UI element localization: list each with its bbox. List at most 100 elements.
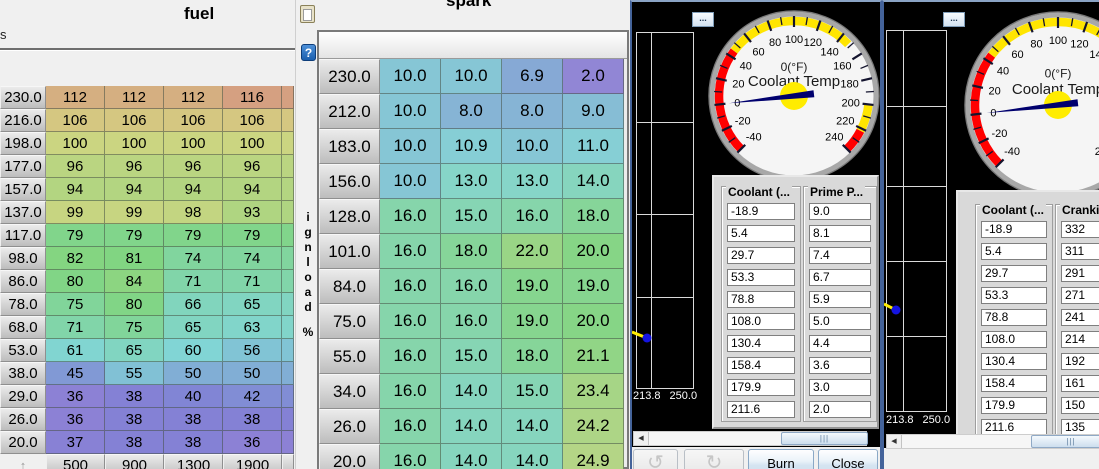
curve-value-field[interactable]: 53.3 — [727, 269, 795, 286]
fuel-row-label[interactable]: 198.0 — [0, 132, 46, 155]
fuel-row-label[interactable]: 86.0 — [0, 270, 46, 293]
fuel-cell[interactable]: 93 — [223, 201, 282, 224]
fuel-cell[interactable]: 75 — [105, 316, 164, 339]
fuel-cell[interactable]: 38 — [164, 431, 223, 454]
curve-value-field[interactable]: 53.3 — [981, 287, 1047, 304]
fuel-row-label[interactable]: 177.0 — [0, 155, 46, 178]
fuel-row-label[interactable]: 38.0 — [0, 362, 46, 385]
spark-cell[interactable]: 15.0 — [502, 374, 563, 409]
fuel-cell[interactable]: 106 — [164, 109, 223, 132]
help-icon[interactable]: ? — [301, 44, 316, 61]
scrollbar-thumb[interactable]: ||| — [1031, 435, 1099, 448]
spark-cell[interactable]: 10.0 — [380, 129, 441, 164]
fuel-cell[interactable]: 65 — [164, 316, 223, 339]
spark-cell[interactable]: 19.0 — [563, 269, 624, 304]
fuel-cell[interactable]: 100 — [223, 132, 282, 155]
fuel-cell[interactable]: 98 — [164, 201, 223, 224]
spark-cell[interactable]: 11.0 — [563, 129, 624, 164]
fuel-cell[interactable]: 80 — [46, 270, 105, 293]
fuel-row-label[interactable]: 230.0 — [0, 86, 46, 109]
fuel-cell[interactable]: 38 — [223, 408, 282, 431]
spark-cell[interactable]: 18.0 — [441, 234, 502, 269]
scroll-left-arrow-icon[interactable]: ◀ — [887, 435, 902, 448]
spark-cell[interactable]: 21.1 — [563, 339, 624, 374]
curve-value-field[interactable]: 179.9 — [981, 397, 1047, 414]
spark-cell[interactable]: 10.9 — [441, 129, 502, 164]
curve-endpoint-marker[interactable] — [884, 298, 904, 318]
fuel-cell[interactable]: 36 — [46, 385, 105, 408]
curve-value-field[interactable]: 161 — [1061, 375, 1099, 392]
curve-value-field[interactable]: 29.7 — [981, 265, 1047, 282]
spark-cell[interactable]: 13.0 — [502, 164, 563, 199]
fuel-cell[interactable]: 38 — [105, 408, 164, 431]
spark-cell[interactable]: 23.4 — [563, 374, 624, 409]
close-button[interactable]: Close — [818, 449, 878, 469]
fuel-cell[interactable]: 42 — [223, 385, 282, 408]
curve-value-field[interactable]: 158.4 — [727, 357, 795, 374]
spark-cell[interactable]: 9.0 — [563, 94, 624, 129]
curve-value-field[interactable]: 6.7 — [809, 269, 871, 286]
curve-value-field[interactable]: 158.4 — [981, 375, 1047, 392]
spark-cell[interactable]: 16.0 — [502, 199, 563, 234]
fuel-row-label[interactable]: 117.0 — [0, 224, 46, 247]
spark-cell[interactable]: 15.0 — [441, 199, 502, 234]
curve-value-field[interactable]: 130.4 — [981, 353, 1047, 370]
curve-value-field[interactable]: 5.9 — [809, 291, 871, 308]
fuel-cell[interactable]: 84 — [105, 270, 164, 293]
curve-value-field[interactable]: 9.0 — [809, 203, 871, 220]
fuel-cell[interactable]: 60 — [164, 339, 223, 362]
curve-value-field[interactable]: 4.4 — [809, 335, 871, 352]
spark-cell[interactable]: 8.0 — [502, 94, 563, 129]
spark-cell[interactable]: 16.0 — [441, 269, 502, 304]
fuel-x-axis-label[interactable]: 1300 — [164, 454, 223, 469]
spark-row-label[interactable]: 55.0 — [319, 339, 380, 374]
fuel-cell[interactable]: 79 — [46, 224, 105, 247]
curve-value-field[interactable]: 291 — [1061, 265, 1099, 282]
fuel-cell[interactable]: 65 — [223, 293, 282, 316]
curve-value-field[interactable]: 2.0 — [809, 401, 871, 418]
spark-row-label[interactable]: 20.0 — [319, 444, 380, 469]
fuel-cell[interactable]: 79 — [105, 224, 164, 247]
fuel-cell[interactable]: 81 — [105, 247, 164, 270]
fuel-row-label[interactable]: 137.0 — [0, 201, 46, 224]
spark-cell[interactable]: 14.0 — [563, 164, 624, 199]
fuel-cell[interactable]: 71 — [223, 270, 282, 293]
spark-cell[interactable]: 6.9 — [502, 59, 563, 94]
curve-value-field[interactable]: 271 — [1061, 287, 1099, 304]
fuel-cell[interactable]: 106 — [105, 109, 164, 132]
spark-cell[interactable]: 2.0 — [563, 59, 624, 94]
curve-endpoint-marker[interactable] — [632, 326, 656, 346]
spark-row-label[interactable]: 183.0 — [319, 129, 380, 164]
curve-value-field[interactable]: 179.9 — [727, 379, 795, 396]
spark-cell[interactable]: 16.0 — [380, 444, 441, 469]
fuel-cell[interactable]: 74 — [223, 247, 282, 270]
spark-cell[interactable]: 10.0 — [380, 94, 441, 129]
fuel-cell[interactable]: 66 — [164, 293, 223, 316]
fuel-cell[interactable]: 100 — [46, 132, 105, 155]
spark-cell[interactable]: 14.0 — [502, 409, 563, 444]
fuel-cell[interactable]: 80 — [105, 293, 164, 316]
curve-value-field[interactable]: 211.6 — [727, 401, 795, 418]
fuel-row-label[interactable]: 68.0 — [0, 316, 46, 339]
scrollbar-thumb[interactable]: ||| — [781, 432, 868, 445]
fuel-cell[interactable]: 106 — [46, 109, 105, 132]
spark-cell[interactable]: 10.0 — [441, 59, 502, 94]
fuel-x-axis-label[interactable]: 900 — [105, 454, 164, 469]
redo-button[interactable]: ↻ — [684, 449, 744, 469]
fuel-row-label[interactable]: 26.0 — [0, 408, 46, 431]
curve-value-field[interactable]: 192 — [1061, 353, 1099, 370]
spark-cell[interactable]: 20.0 — [563, 304, 624, 339]
curve-value-field[interactable]: 5.4 — [981, 243, 1047, 260]
fuel-cell[interactable]: 79 — [164, 224, 223, 247]
fuel-cell[interactable]: 38 — [164, 408, 223, 431]
fuel-x-axis-label[interactable]: 1900 — [223, 454, 282, 469]
spark-row-label[interactable]: 212.0 — [319, 94, 380, 129]
fuel-cell[interactable]: 38 — [105, 431, 164, 454]
spark-row-label[interactable]: 101.0 — [319, 234, 380, 269]
fuel-x-axis-label[interactable]: 500 — [46, 454, 105, 469]
spark-row-label[interactable]: 230.0 — [319, 59, 380, 94]
curve-value-field[interactable]: 108.0 — [981, 331, 1047, 348]
fuel-cell[interactable]: 94 — [46, 178, 105, 201]
fuel-cell[interactable]: 99 — [46, 201, 105, 224]
spark-cell[interactable]: 15.0 — [441, 339, 502, 374]
